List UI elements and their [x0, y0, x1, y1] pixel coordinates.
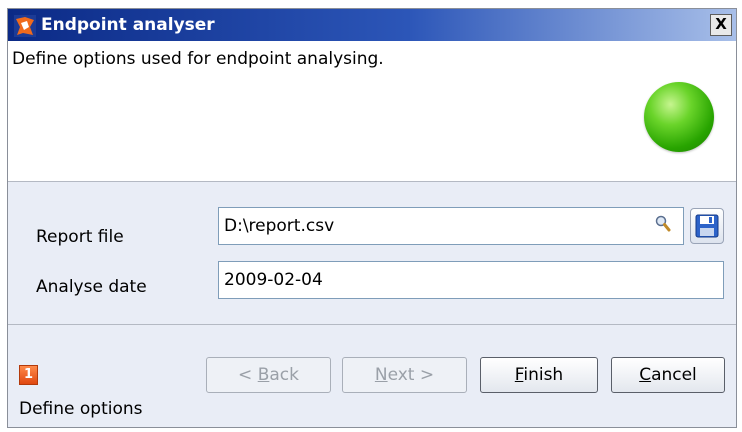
cancel-button-label: ancel: [651, 365, 697, 385]
step-label: Define options: [19, 399, 143, 419]
save-file-button[interactable]: [690, 208, 724, 244]
back-button[interactable]: < Back: [206, 357, 331, 393]
analyse-date-input[interactable]: 2009-02-04: [218, 261, 724, 299]
finish-button-label: inish: [523, 365, 564, 385]
floppy-disk-icon: [695, 214, 719, 238]
next-button[interactable]: Next >: [342, 357, 467, 393]
analyse-date-label: Analyse date: [36, 277, 147, 297]
cancel-button-mnemonic: C: [639, 365, 652, 385]
title-bar[interactable]: Endpoint analyser X: [8, 9, 736, 41]
close-button[interactable]: X: [710, 14, 732, 36]
report-file-value: D:\report.csv: [224, 216, 335, 236]
back-button-prefix: <: [238, 365, 258, 385]
status-indicator-icon: [644, 82, 714, 152]
footer-divider: [8, 324, 736, 325]
app-icon: [14, 15, 36, 37]
back-button-mnemonic: B: [257, 365, 270, 385]
wizard-header: Define options used for endpoint analysi…: [8, 41, 736, 182]
options-form: Report file D:\report.csv Analyse date 2…: [8, 182, 736, 324]
cancel-button[interactable]: Cancel: [611, 357, 725, 393]
back-button-label: ack: [269, 365, 299, 385]
finish-button[interactable]: Finish: [480, 357, 598, 393]
step-number-badge: 1: [19, 365, 38, 385]
search-icon[interactable]: [655, 215, 671, 233]
report-file-label: Report file: [36, 227, 124, 247]
analyse-date-value: 2009-02-04: [224, 270, 323, 290]
next-button-label: ext >: [387, 365, 435, 385]
endpoint-analyser-dialog: Endpoint analyser X Define options used …: [7, 8, 737, 428]
next-button-mnemonic: N: [374, 365, 388, 385]
report-file-input[interactable]: D:\report.csv: [218, 207, 684, 245]
window-title: Endpoint analyser: [41, 15, 215, 35]
page-description: Define options used for endpoint analysi…: [12, 49, 384, 69]
